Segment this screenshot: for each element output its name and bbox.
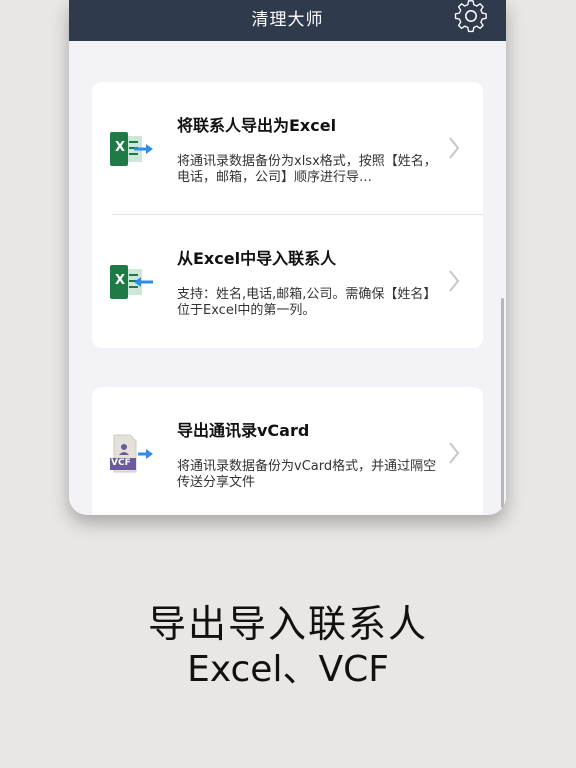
- export-vcard-title: 导出通讯录vCard: [177, 421, 310, 440]
- chevron-right-icon: [449, 137, 460, 159]
- import-excel-desc: 支持：姓名,电话,邮箱,公司。需确保【姓名】位于Excel中的第一列。: [177, 287, 437, 318]
- gear-icon[interactable]: [454, 0, 488, 34]
- export-vcard-row[interactable]: VCF 导出通讯录vCard 将通讯录数据备份为vCard格式，并通过隔空传送分…: [92, 387, 483, 515]
- phone-screen: 清理大师 X 将联系人导出为Excel 将通讯录数据备份为xlsx格式，按照【姓…: [69, 0, 506, 515]
- vcard-export-icon: [110, 434, 153, 473]
- excel-card: X 将联系人导出为Excel 将通讯录数据备份为xlsx格式，按照【姓名，电话，…: [92, 82, 483, 348]
- export-excel-desc: 将通讯录数据备份为xlsx格式，按照【姓名，电话，邮箱，公司】顺序进行导…: [177, 154, 437, 185]
- scrollbar[interactable]: [501, 298, 504, 508]
- chevron-right-icon: [449, 442, 460, 464]
- export-excel-row[interactable]: X 将联系人导出为Excel 将通讯录数据备份为xlsx格式，按照【姓名，电话，…: [92, 82, 483, 215]
- export-excel-title: 将联系人导出为Excel: [177, 116, 337, 135]
- excel-badge: X: [115, 273, 126, 288]
- chevron-right-icon: [449, 270, 460, 292]
- nav-bar: 清理大师: [69, 0, 506, 41]
- export-vcard-desc: 将通讯录数据备份为vCard格式，并通过隔空传送分享文件: [177, 459, 437, 490]
- import-excel-title: 从Excel中导入联系人: [177, 249, 337, 268]
- vcard-card: VCF 导出通讯录vCard 将通讯录数据备份为vCard格式，并通过隔空传送分…: [92, 387, 483, 515]
- import-excel-row[interactable]: X 从Excel中导入联系人 支持：姓名,电话,邮箱,公司。需确保【姓名】位于E…: [92, 215, 483, 348]
- vcf-badge: VCF: [111, 458, 131, 468]
- nav-title: 清理大师: [251, 10, 324, 30]
- excel-badge: X: [115, 140, 126, 155]
- caption-line-2: Excel、VCF: [187, 649, 389, 690]
